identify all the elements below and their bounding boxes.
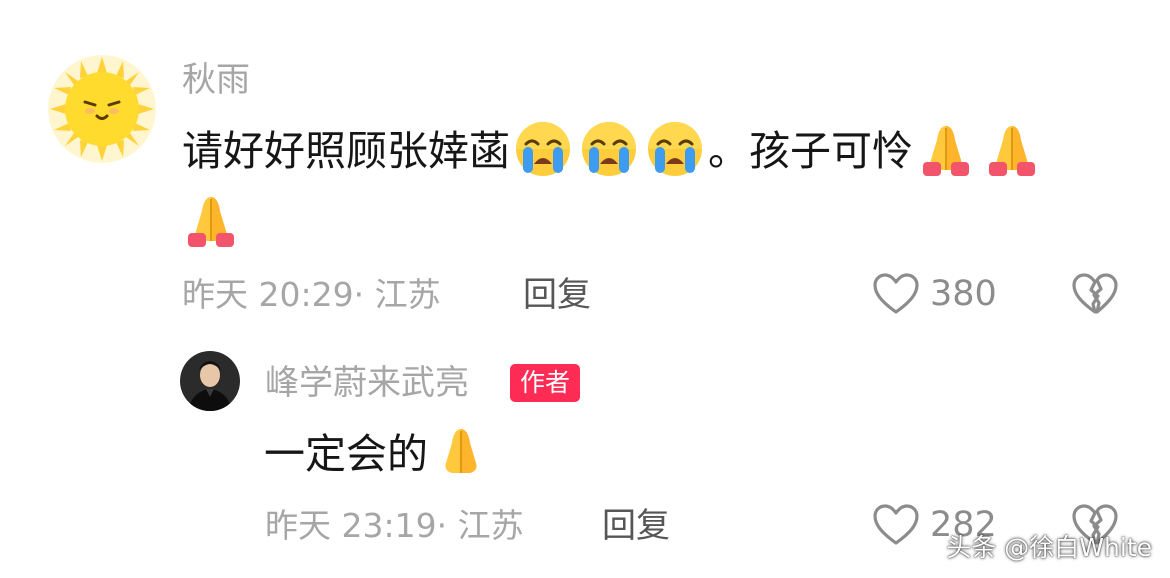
reply-button[interactable]: 回复 (602, 506, 670, 546)
comment-thread: 秋雨 请好好照顾张婞菡 。孩子可怜 昨天 20:29· 江苏 回复 380 峰学蔚… (0, 0, 1170, 578)
praying-hands-emoji-icon (432, 423, 490, 481)
avatar[interactable] (180, 351, 240, 411)
broken-heart-icon (1072, 273, 1118, 314)
crying-face-emoji-icon (514, 120, 572, 178)
comment-username[interactable]: 秋雨 (182, 60, 250, 100)
man-in-black-avatar-icon (180, 351, 240, 411)
comment-text-part: 请好好照顾张婞菡 (182, 127, 510, 175)
comment-time: 昨天 20:29 (182, 275, 354, 314)
crying-face-emoji-icon (646, 120, 704, 178)
crying-face-emoji-icon (580, 120, 638, 178)
avatar[interactable] (48, 55, 156, 163)
reply-meta: 昨天 23:19· 江苏 (265, 506, 524, 546)
cartoon-sun-avatar-icon (48, 55, 156, 163)
reply-location: · 江苏 (436, 506, 524, 545)
comment-text-part: 。孩子可怜 (708, 127, 913, 175)
praying-hands-emoji-icon (917, 120, 975, 178)
comment-meta: 昨天 20:29· 江苏 (182, 275, 441, 315)
praying-hands-emoji-icon (983, 120, 1041, 178)
watermark: 头条 @徐白White (946, 533, 1152, 562)
reply-time: 昨天 23:19 (265, 506, 437, 545)
dislike-button[interactable] (1071, 272, 1119, 320)
comment-text-line2 (178, 186, 244, 258)
like-count: 380 (930, 274, 997, 314)
reply-username[interactable]: 峰学蔚来武亮 (265, 363, 469, 403)
comment-text: 请好好照顾张婞菡 。孩子可怜 (182, 115, 1142, 187)
reply-text-content: 一定会的 (264, 430, 428, 478)
author-badge: 作者 (510, 364, 581, 402)
reply-text: 一定会的 (264, 418, 494, 490)
reply-button[interactable]: 回复 (523, 275, 591, 315)
like-button[interactable]: 380 (872, 272, 997, 316)
praying-hands-emoji-icon (182, 191, 240, 249)
heart-outline-icon (873, 504, 919, 545)
comment-location: · 江苏 (353, 275, 441, 314)
heart-outline-icon (873, 273, 919, 314)
